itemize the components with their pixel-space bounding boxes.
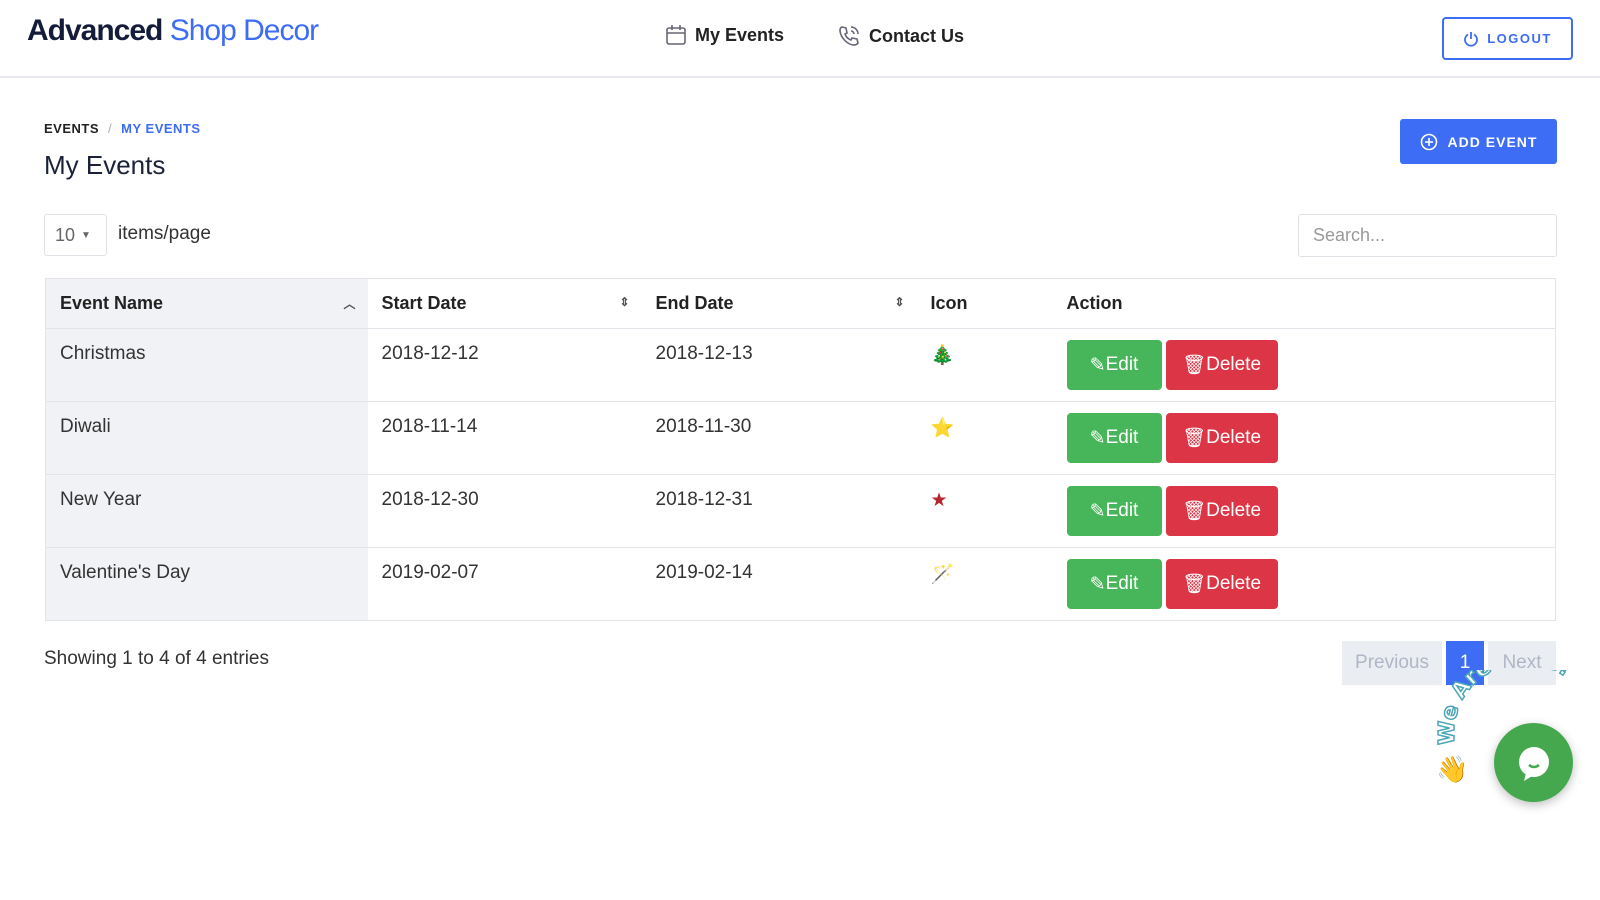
delete-button[interactable]: 🗑 Delete bbox=[1165, 340, 1278, 390]
event-icon: 🪄 bbox=[916, 547, 1053, 621]
end-date: 2018-12-31 bbox=[641, 474, 917, 548]
events-table: Event Name ︿ Start Date ⇕ End Date ⇕ Icon A… bbox=[45, 278, 1556, 621]
edit-label: Edit bbox=[1105, 573, 1139, 594]
event-name: Christmas bbox=[45, 328, 368, 402]
end-date: 2018-12-13 bbox=[641, 328, 917, 402]
page-title: My Events bbox=[44, 150, 166, 180]
logout-label: LOGOUT bbox=[1487, 31, 1552, 46]
breadcrumb-current: MY EVENTS bbox=[121, 121, 201, 136]
nav-label: My Events bbox=[695, 24, 785, 45]
end-date: 2018-11-30 bbox=[641, 401, 917, 475]
col-label: End Date bbox=[655, 293, 734, 313]
event-icon: ⭐ bbox=[916, 401, 1053, 475]
event-name: Diwali bbox=[45, 401, 368, 475]
end-date: 2019-02-14 bbox=[641, 547, 917, 621]
col-event-name[interactable]: Event Name ︿ bbox=[45, 278, 368, 329]
nav-label: Contact Us bbox=[869, 25, 965, 46]
previous-button[interactable]: Previous bbox=[1342, 641, 1442, 685]
col-label: Icon bbox=[930, 293, 968, 313]
waving-hand-icon: 👋 bbox=[1436, 754, 1468, 785]
brand-light: Shop Decor bbox=[169, 14, 319, 47]
per-page-label: items/page bbox=[118, 223, 211, 244]
delete-label: Delete bbox=[1206, 354, 1262, 375]
chat-bubble-icon bbox=[1518, 746, 1549, 781]
start-date: 2018-11-14 bbox=[367, 401, 642, 475]
caret-down-icon: ▼ bbox=[81, 229, 91, 241]
trash-icon: 🗑 bbox=[1181, 428, 1207, 449]
event-emoji-icon: 🎄 bbox=[930, 345, 955, 366]
power-icon bbox=[1464, 31, 1479, 47]
delete-label: Delete bbox=[1206, 573, 1262, 594]
start-date: 2018-12-12 bbox=[367, 328, 642, 402]
event-name: Valentine's Day bbox=[45, 547, 368, 621]
table-row: Diwali 2018-11-14 2018-11-30 ⭐ ✎ Edit 🗑 Del… bbox=[45, 401, 1556, 475]
event-emoji-icon: 🪄 bbox=[930, 564, 955, 585]
edit-button[interactable]: ✎ Edit bbox=[1066, 486, 1162, 536]
edit-label: Edit bbox=[1105, 354, 1139, 375]
table-row: Valentine's Day 2019-02-07 2019-02-14 🪄 … bbox=[45, 547, 1556, 621]
col-action: Action bbox=[1052, 278, 1556, 329]
sort-icon: ⇕ bbox=[619, 295, 630, 309]
table-header-row: Event Name ︿ Start Date ⇕ End Date ⇕ Icon A… bbox=[45, 278, 1556, 329]
action-cell: ✎ Edit 🗑 Delete bbox=[1052, 328, 1556, 402]
delete-label: Delete bbox=[1206, 427, 1262, 448]
edit-button[interactable]: ✎ Edit bbox=[1066, 559, 1162, 609]
edit-label: Edit bbox=[1105, 500, 1139, 521]
brand-bold: Advanced bbox=[27, 14, 163, 47]
chat-widget-button[interactable] bbox=[1494, 723, 1573, 802]
delete-button[interactable]: 🗑 Delete bbox=[1165, 486, 1278, 536]
search-input[interactable] bbox=[1298, 214, 1557, 257]
calendar-icon bbox=[666, 25, 686, 45]
delete-button[interactable]: 🗑 Delete bbox=[1165, 413, 1278, 463]
breadcrumb-events[interactable]: EVENTS bbox=[44, 121, 99, 136]
plus-circle-icon bbox=[1420, 133, 1437, 150]
edit-icon: ✎ bbox=[1089, 354, 1106, 376]
table-row: New Year 2018-12-30 2018-12-31 ★ ✎ Edit 🗑 D… bbox=[45, 474, 1556, 548]
sort-asc-icon: ︿ bbox=[343, 297, 356, 311]
edit-label: Edit bbox=[1105, 427, 1139, 448]
col-icon: Icon bbox=[916, 278, 1053, 329]
edit-icon: ✎ bbox=[1089, 573, 1106, 595]
col-label: Action bbox=[1066, 293, 1123, 313]
add-event-label: ADD EVENT bbox=[1447, 133, 1538, 150]
start-date: 2018-12-30 bbox=[367, 474, 642, 548]
col-end-date[interactable]: End Date ⇕ bbox=[641, 278, 917, 329]
action-cell: ✎ Edit 🗑 Delete bbox=[1052, 474, 1556, 548]
event-name: New Year bbox=[45, 474, 368, 548]
trash-icon: 🗑 bbox=[1181, 501, 1207, 522]
delete-button[interactable]: 🗑 Delete bbox=[1165, 559, 1278, 609]
edit-icon: ✎ bbox=[1089, 500, 1106, 522]
col-label: Event Name bbox=[60, 293, 164, 313]
edit-button[interactable]: ✎ Edit bbox=[1066, 340, 1162, 390]
delete-label: Delete bbox=[1206, 500, 1262, 521]
add-event-button[interactable]: ADD EVENT bbox=[1400, 119, 1557, 164]
per-page-value: 10 bbox=[55, 224, 76, 245]
top-header: Advanced Shop Decor My Events Contact Us… bbox=[0, 0, 1600, 78]
action-cell: ✎ Edit 🗑 Delete bbox=[1052, 401, 1556, 475]
event-icon: 🎄 bbox=[916, 328, 1053, 402]
per-page-select[interactable]: 10 ▼ bbox=[44, 214, 107, 256]
edit-button[interactable]: ✎ Edit bbox=[1066, 413, 1162, 463]
col-start-date[interactable]: Start Date ⇕ bbox=[367, 278, 642, 329]
event-emoji-icon: ★ bbox=[930, 490, 948, 511]
action-cell: ✎ Edit 🗑 Delete bbox=[1052, 547, 1556, 621]
brand-logo[interactable]: Advanced Shop Decor bbox=[27, 14, 319, 48]
event-icon: ★ bbox=[916, 474, 1053, 548]
edit-icon: ✎ bbox=[1089, 427, 1106, 449]
nav-contact-us[interactable]: Contact Us bbox=[837, 24, 964, 48]
table-row: Christmas 2018-12-12 2018-12-13 🎄 ✎ Edit 🗑… bbox=[45, 328, 1556, 402]
nav-my-events[interactable]: My Events bbox=[665, 24, 784, 46]
phone-icon bbox=[839, 26, 859, 46]
trash-icon: 🗑 bbox=[1181, 574, 1207, 595]
entries-info: Showing 1 to 4 of 4 entries bbox=[44, 648, 269, 669]
sort-icon: ⇕ bbox=[894, 295, 905, 309]
trash-icon: 🗑 bbox=[1181, 355, 1207, 376]
col-label: Start Date bbox=[381, 293, 467, 313]
start-date: 2019-02-07 bbox=[367, 547, 642, 621]
logout-button[interactable]: LOGOUT bbox=[1442, 17, 1573, 60]
breadcrumb: EVENTS / MY EVENTS bbox=[44, 121, 201, 136]
event-emoji-icon: ⭐ bbox=[930, 418, 955, 439]
